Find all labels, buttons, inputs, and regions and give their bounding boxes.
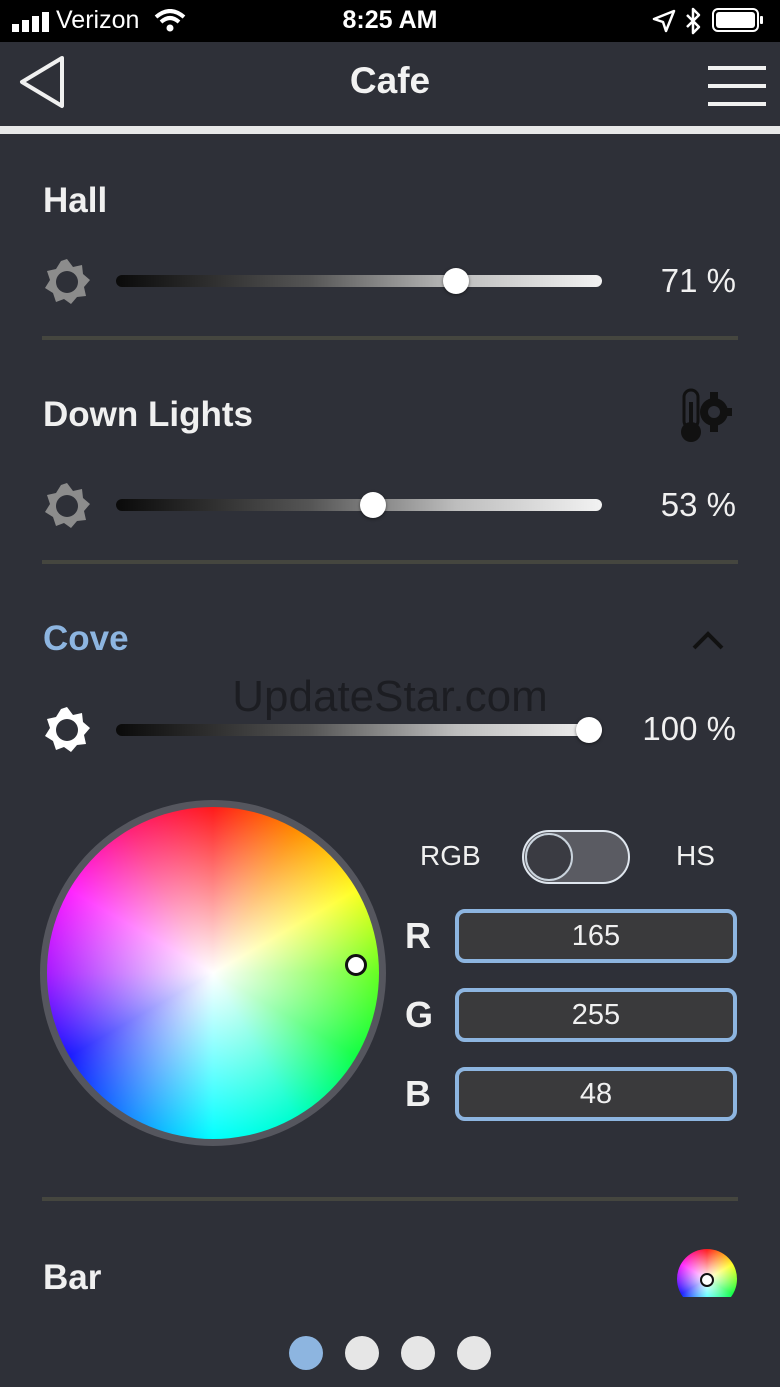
color-wheel-marker[interactable] [345,954,367,976]
channel-input-b[interactable]: 48 [455,1067,737,1121]
section-divider [42,336,738,340]
color-mode-toggle[interactable] [522,830,630,884]
channel-label-b: B [405,1073,431,1114]
channel-label-r: R [405,915,431,956]
section-divider [42,560,738,564]
section-divider [42,1197,738,1201]
zone-title-bar[interactable]: Bar [43,1258,101,1298]
page-dot-1[interactable] [289,1336,323,1370]
slider-thumb[interactable] [442,268,469,294]
mode-label-rgb: RGB [420,840,481,871]
level-readout-hall: 71 % [660,262,736,299]
status-bar: Verizon 8:25 AM [0,0,780,42]
brightness-slider-hall[interactable] [116,268,602,294]
channel-label-g: G [405,994,434,1035]
page-title: Cafe [349,60,431,101]
color-wheel-marker [700,1273,714,1287]
brightness-slider-cove[interactable] [116,717,602,743]
channel-input-g[interactable]: 255 [455,988,737,1042]
brightness-slider-down-lights[interactable] [116,492,602,518]
slider-thumb[interactable] [576,717,602,743]
zone-title-down-lights[interactable]: Down Lights [43,395,253,435]
location-icon [652,9,676,33]
level-readout-cove: 100 % [642,710,736,747]
nav-divider [0,126,780,134]
channel-input-r[interactable]: 165 [455,909,737,963]
nav-bar: Cafe [0,42,780,126]
color-wheel-disk[interactable] [47,807,379,1139]
mode-label-hs: HS [676,840,715,871]
page-dot-4[interactable] [457,1336,491,1370]
battery-icon [712,8,763,32]
color-wheel-icon[interactable] [677,1249,737,1297]
level-readout-down-lights: 53 % [660,486,736,523]
thermometer-gear-icon[interactable] [676,388,734,444]
slider-thumb[interactable] [359,492,386,518]
color-wheel[interactable] [40,800,386,1146]
brightness-icon[interactable] [43,482,91,530]
page-dot-3[interactable] [401,1336,435,1370]
brightness-icon[interactable] [43,258,91,306]
menu-icon[interactable] [708,64,766,108]
zone-title-cove[interactable]: Cove [43,619,129,659]
brightness-icon[interactable] [43,706,91,754]
toggle-knob[interactable] [525,833,573,881]
chevron-up-icon[interactable] [690,628,726,654]
page-indicator [0,1336,780,1372]
bluetooth-icon [686,7,701,35]
page-dot-2[interactable] [345,1336,379,1370]
zone-title-hall[interactable]: Hall [43,181,107,221]
